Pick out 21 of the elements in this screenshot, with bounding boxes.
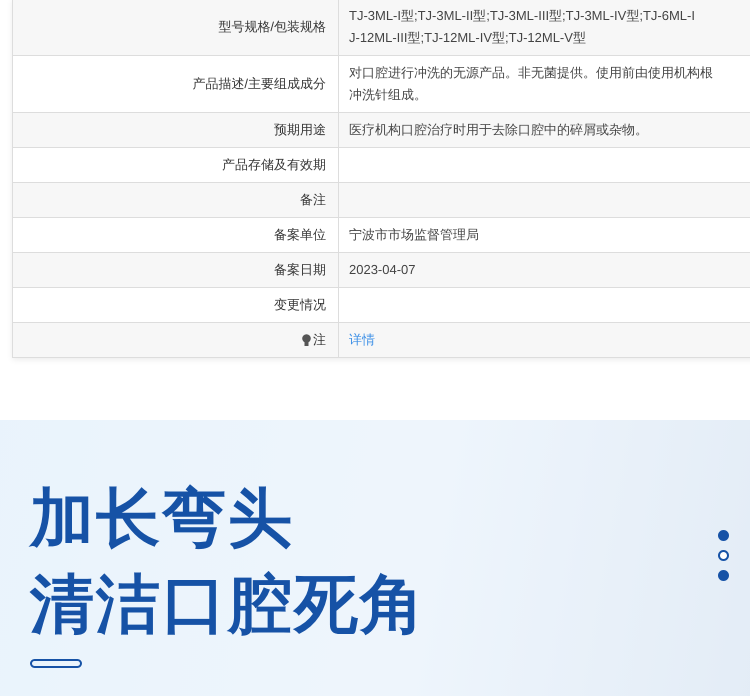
field-value: 医疗机构口腔治疗时用于去除口腔中的碎屑或杂物。 <box>349 121 648 139</box>
field-value: 2023-04-07 <box>349 261 416 279</box>
field-label: 产品存储及有效期 <box>222 156 326 174</box>
headline: 清洁口腔死角 <box>30 567 426 642</box>
lightbulb-icon <box>302 334 311 346</box>
field-label: 预期用途 <box>274 121 326 140</box>
field-value: TJ-3ML-I型;TJ-3ML-II型;TJ-3ML-III型;TJ-3ML-IV型;TJ-6ML-I <box>349 7 695 25</box>
field-label: 型号规格/包装规格 <box>218 18 326 36</box>
field-value: 冲洗针组成。 <box>349 86 427 104</box>
field-label: 备案单位 <box>274 226 326 244</box>
details-link[interactable]: 详情 <box>349 329 375 351</box>
field-label: 备案日期 <box>274 261 326 280</box>
field-label: 备注 <box>300 191 326 210</box>
field-value: 宁波市市场监督管理局 <box>349 226 479 244</box>
headline: 加长弯头 <box>30 481 294 556</box>
field-value: 对口腔进行冲洗的无源产品。非无菌提供。使用前由使用机构根 <box>349 64 713 82</box>
field-label: 注 <box>313 331 326 350</box>
field-label: 变更情况 <box>274 296 326 314</box>
divider-pill <box>30 659 82 668</box>
field-label: 产品描述/主要组成成分 <box>192 75 326 94</box>
field-value: J-12ML-III型;TJ-12ML-IV型;TJ-12ML-V型 <box>349 29 586 47</box>
